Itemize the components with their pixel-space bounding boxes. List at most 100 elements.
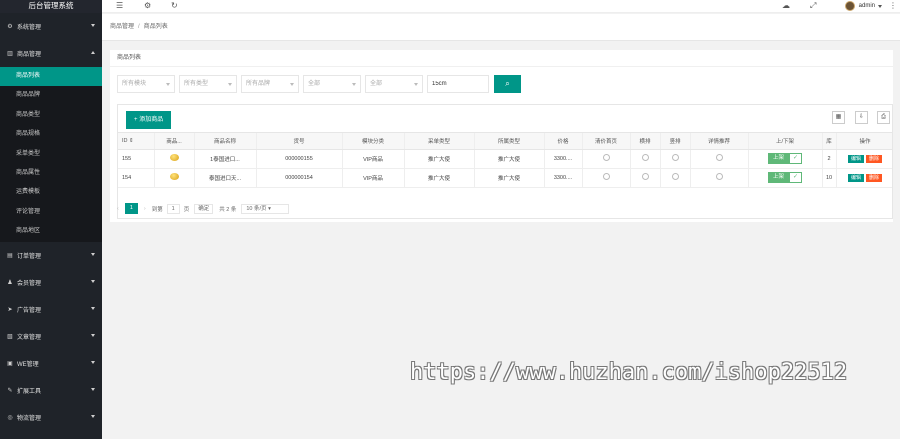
status-select-2[interactable]: 全部 <box>365 75 423 93</box>
goto-page-input[interactable]: 1 <box>166 203 180 214</box>
add-goods-button[interactable]: + 添加商品 <box>126 111 172 129</box>
more-icon[interactable]: ⋮ <box>889 1 897 11</box>
col-vertical: 竖排 <box>660 133 691 150</box>
table-row: 155 1泰国进口... 000000155 VIP商品 推广大使 推广大使 3… <box>118 149 892 169</box>
cell-sku: 000000155 <box>256 149 343 169</box>
col-on-shelf: 上/下架 <box>748 133 823 150</box>
brand-select[interactable]: 所有品牌 <box>241 75 299 93</box>
theme-icon[interactable]: ☁ <box>782 1 790 11</box>
megaphone-icon: ➤ <box>7 306 13 313</box>
menu-group-label: 订单管理 <box>17 253 42 260</box>
module-select[interactable]: 所有模块 <box>117 75 175 93</box>
vertical-radio[interactable] <box>671 173 679 180</box>
sidebar-item-brand[interactable]: 商品品牌 <box>0 86 102 105</box>
col-id[interactable]: ID ⇕ <box>118 133 155 150</box>
sidebar-item-shipping-template[interactable]: 运费模板 <box>0 183 102 202</box>
menu-group-system[interactable]: ⚙ 系统管理 <box>0 13 102 40</box>
type-select[interactable]: 所有类型 <box>179 75 237 93</box>
cell-name: 1泰国进口... <box>194 149 257 169</box>
keyword-input[interactable] <box>427 75 489 93</box>
goods-table-wrapper: + 添加商品 ▦ ⇩ ⎙ ID ⇕ 商品... 商品名称 货号 模块分类 采单类… <box>117 104 893 219</box>
edit-button[interactable]: 编辑 <box>847 155 864 163</box>
chevron-down-icon <box>878 4 882 8</box>
cell-horizontal <box>630 168 661 188</box>
breadcrumb-separator: / <box>138 24 140 30</box>
menu-group-tools[interactable]: ✎ 扩展工具 <box>0 377 102 404</box>
current-page[interactable]: 1 <box>124 203 138 214</box>
menu-group-goods[interactable]: ▥ 商品管理 <box>0 40 102 67</box>
on-shelf-switch[interactable]: 上架 ✓ <box>767 172 802 183</box>
menu-group-label: 扩展工具 <box>17 388 42 395</box>
sidebar-item-type[interactable]: 商品类型 <box>0 106 102 125</box>
sidebar-item-spec[interactable]: 商品规格 <box>0 125 102 144</box>
avatar <box>844 1 855 11</box>
refresh-icon[interactable]: ↻ <box>171 1 178 11</box>
col-sku: 货号 <box>256 133 343 150</box>
menu-group-logistics[interactable]: ◎ 物流管理 <box>0 404 102 431</box>
menu-icon[interactable]: ☰ <box>116 1 123 11</box>
edit-button[interactable]: 编辑 <box>847 174 864 182</box>
username: admin <box>858 3 875 9</box>
on-shelf-switch[interactable]: 上架 ✓ <box>767 153 802 164</box>
app-title: 后台管理系统 <box>0 0 102 13</box>
columns-icon[interactable]: ▦ <box>832 111 845 124</box>
horizontal-radio[interactable] <box>641 173 649 180</box>
cell-on-shelf: 上架 ✓ <box>748 168 823 188</box>
next-page-icon[interactable]: › <box>144 206 146 212</box>
sidebar-item-comments[interactable]: 评论管理 <box>0 203 102 222</box>
chevron-down-icon <box>91 252 95 256</box>
goto-confirm-button[interactable]: 确定 <box>194 203 214 214</box>
goods-table: ID ⇕ 商品... 商品名称 货号 模块分类 采单类型 所属类型 价格 清价首… <box>118 133 892 188</box>
cell-price: 3300.... <box>544 149 583 169</box>
menu-group-articles[interactable]: ▧ 文章管理 <box>0 323 102 350</box>
search-button[interactable]: ⌕ <box>494 75 521 93</box>
cell-id: 154 <box>118 168 155 188</box>
check-icon: ✓ <box>789 172 802 183</box>
menu-group-we[interactable]: ▣ WE管理 <box>0 350 102 377</box>
menu-group-label: 文章管理 <box>17 334 42 341</box>
fullscreen-icon[interactable]: ⤢ <box>810 1 816 11</box>
print-icon[interactable]: ⎙ <box>877 111 890 124</box>
user-menu[interactable]: admin <box>844 1 882 11</box>
chevron-down-icon <box>91 333 95 337</box>
recommend-radio[interactable] <box>715 173 723 180</box>
homepage-radio[interactable] <box>602 173 610 180</box>
cell-module: VIP商品 <box>342 149 405 169</box>
recommend-radio[interactable] <box>715 154 723 161</box>
chevron-down-icon <box>228 83 232 86</box>
clipboard-icon: ▤ <box>7 252 13 259</box>
horizontal-radio[interactable] <box>641 154 649 161</box>
total-count: 共 2 条 <box>219 206 237 213</box>
breadcrumb-root[interactable]: 商品管理 <box>110 24 134 30</box>
cell-stock: 2 <box>822 149 837 169</box>
status-select-1[interactable]: 全部 <box>303 75 361 93</box>
cell-type: 推广大使 <box>474 168 545 188</box>
col-type: 所属类型 <box>474 133 545 150</box>
sidebar-item-goods-list[interactable]: 商品列表 <box>0 67 102 87</box>
sidebar-item-order-type[interactable]: 采单类型 <box>0 145 102 164</box>
cell-on-shelf: 上架 ✓ <box>748 149 823 169</box>
cell-module: VIP商品 <box>342 168 405 188</box>
delete-button[interactable]: 删除 <box>866 174 883 182</box>
col-homepage: 清价首页 <box>582 133 631 150</box>
table-toolbar: + 添加商品 ▦ ⇩ ⎙ <box>118 105 892 133</box>
col-image: 商品... <box>154 133 195 150</box>
chevron-down-icon <box>352 83 356 86</box>
menu-group-members[interactable]: ♟ 会员管理 <box>0 269 102 296</box>
goods-submenu: 商品列表 商品品牌 商品类型 商品规格 采单类型 商品属性 运费模板 评论管理 … <box>0 67 102 242</box>
settings-icon[interactable]: ⚙ <box>144 1 151 11</box>
homepage-radio[interactable] <box>602 154 610 161</box>
export-icon[interactable]: ⇩ <box>855 111 868 124</box>
page-size-select[interactable]: 10 条/页 ▾ <box>241 203 290 214</box>
sidebar-item-attribute[interactable]: 商品属性 <box>0 164 102 183</box>
vertical-radio[interactable] <box>671 154 679 161</box>
cell-vertical <box>660 168 691 188</box>
menu-group-label: 系统管理 <box>17 25 42 31</box>
prev-page-icon[interactable]: ‹ <box>117 206 119 212</box>
menu-group-ads[interactable]: ➤ 广告管理 <box>0 296 102 323</box>
sidebar-item-region[interactable]: 商品地区 <box>0 222 102 241</box>
col-stock: 库 <box>822 133 837 150</box>
delete-button[interactable]: 删除 <box>866 155 883 163</box>
chevron-down-icon <box>91 360 95 364</box>
menu-group-orders[interactable]: ▤ 订单管理 <box>0 242 102 269</box>
